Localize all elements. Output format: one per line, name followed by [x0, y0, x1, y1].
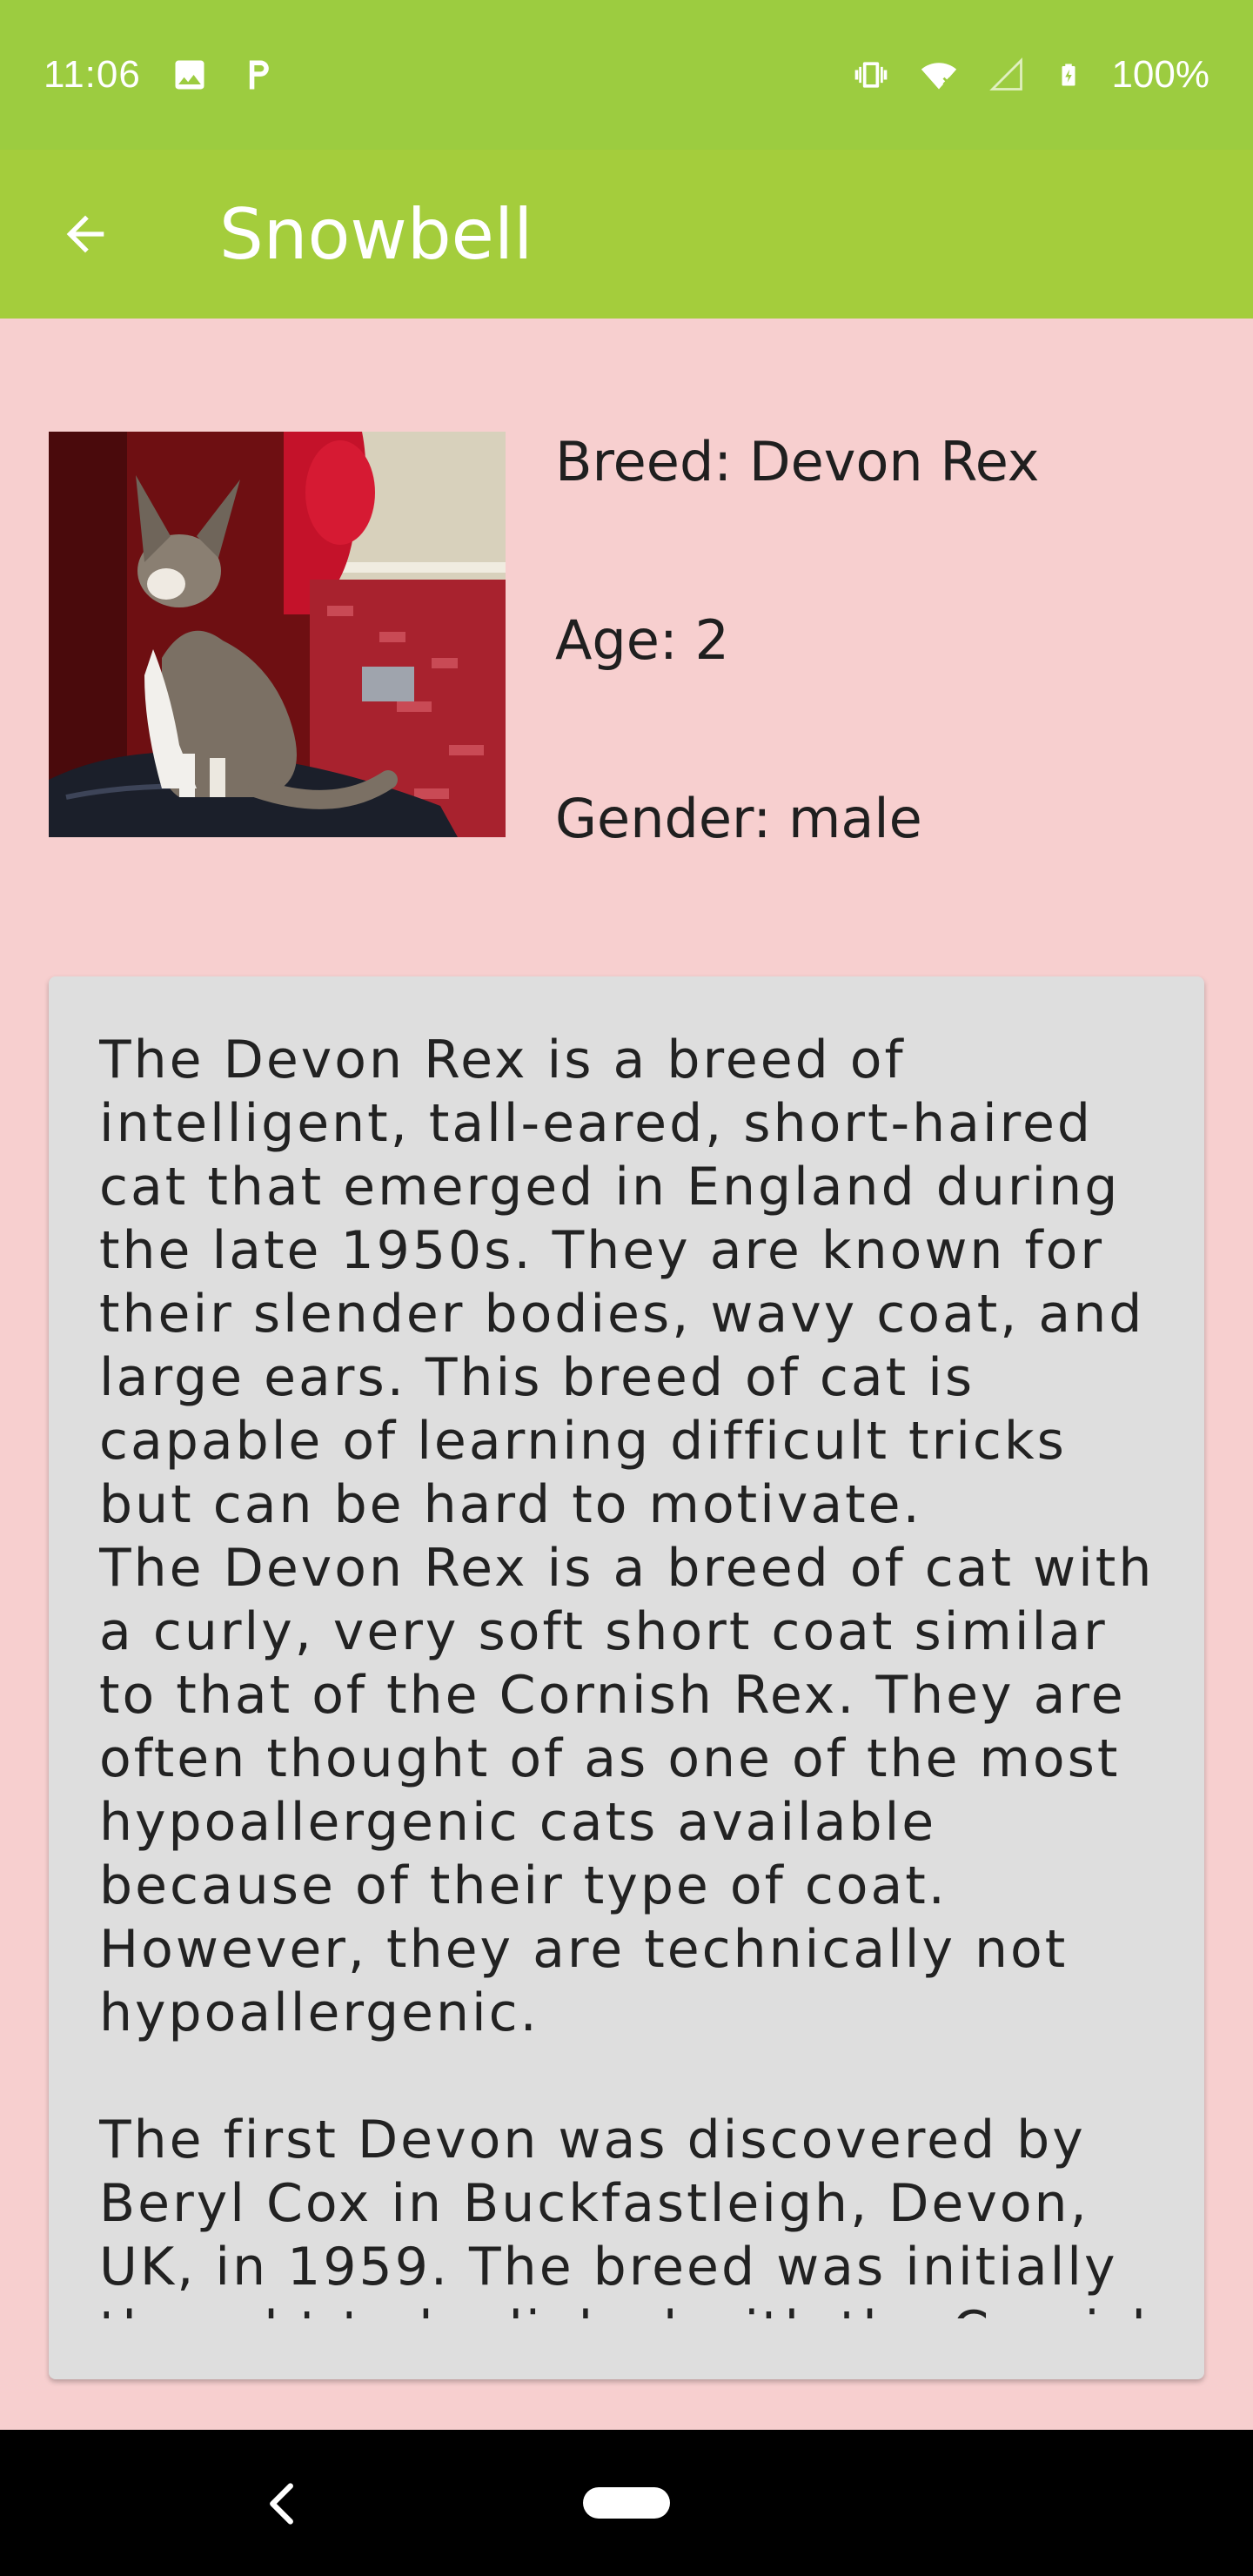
status-time: 11:06	[44, 53, 141, 96]
description-text: The Devon Rex is a breed of intelligent,…	[99, 1030, 1165, 2318]
cat-details: Breed: Devon Rex Age: 2 Gender: male	[555, 423, 1216, 858]
status-right: 100%	[852, 53, 1209, 97]
content: Breed: Devon Rex Age: 2 Gender: male The…	[0, 319, 1253, 2430]
parking-icon	[249, 60, 269, 90]
arrow-left-icon	[66, 215, 104, 253]
vibrate-icon	[855, 62, 888, 88]
image-icon	[175, 60, 204, 90]
navigation-bar	[0, 2430, 1253, 2576]
age-label: Age: 2	[555, 608, 729, 672]
app-bar: Snowbell	[0, 150, 1253, 319]
wifi-icon	[921, 63, 957, 90]
signal-icon	[989, 57, 1023, 91]
status-bar: 11:06 100%	[0, 0, 1253, 150]
cat-photo	[49, 432, 506, 837]
battery-icon	[1062, 64, 1075, 86]
page-title: Snowbell	[219, 193, 533, 275]
battery-percent: 100%	[1111, 53, 1209, 96]
back-button[interactable]	[42, 191, 129, 278]
nav-home-pill[interactable]	[583, 2487, 670, 2519]
nav-back-icon[interactable]	[252, 2473, 313, 2534]
description-card[interactable]: The Devon Rex is a breed of intelligent,…	[49, 976, 1204, 2379]
gender-label: Gender: male	[555, 787, 922, 850]
cat-photo-illustration	[49, 432, 506, 837]
breed-label: Breed: Devon Rex	[555, 430, 1040, 493]
status-left: 11:06	[44, 53, 277, 97]
